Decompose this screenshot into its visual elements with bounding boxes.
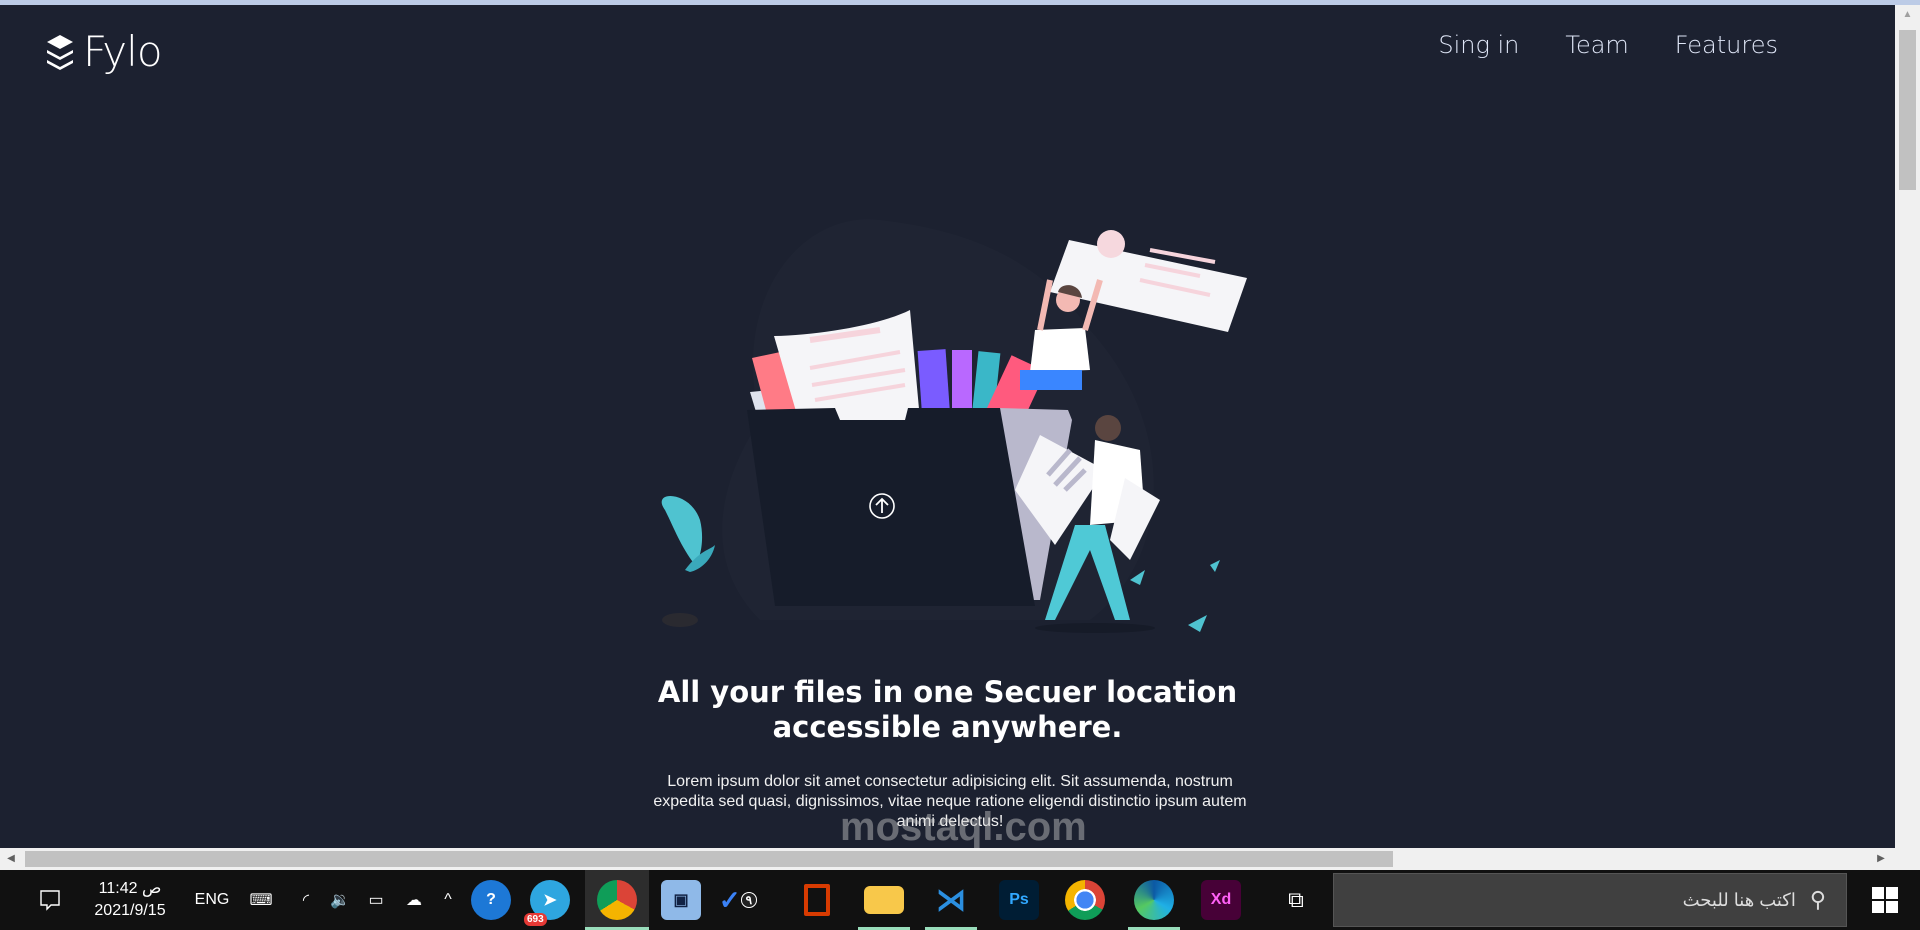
file-explorer-icon[interactable] [858, 870, 910, 930]
edge-icon[interactable] [1128, 870, 1180, 930]
xd-icon[interactable]: Xd [1201, 870, 1241, 930]
telegram-icon[interactable]: ➤ 693 [524, 870, 574, 930]
chevron-up-icon[interactable]: ^ [436, 870, 460, 930]
main-nav: Sing in Team Features [1438, 31, 1778, 59]
hero-paragraph: Lorem ipsum dolor sit amet consectetur a… [653, 773, 1247, 830]
cloud-icon[interactable]: ☁ [400, 870, 428, 930]
virtualbox-icon[interactable]: ▣ [661, 870, 701, 930]
search-placeholder: اكتب هنا للبحث [1682, 889, 1796, 910]
todo-badge: ٩ [740, 892, 758, 908]
hero-illustration [661, 219, 1247, 633]
hero-title: All your files in one Secuer location ac… [657, 675, 1238, 744]
battery-icon[interactable]: ▭ [362, 870, 390, 930]
chrome-profile-icon[interactable] [585, 870, 649, 930]
language-indicator[interactable]: ENG [192, 870, 232, 930]
todo-icon[interactable]: ✓ ٩ [718, 870, 758, 930]
telegram-badge: 693 [524, 913, 547, 926]
scroll-up-icon[interactable]: ▲ [1895, 5, 1920, 25]
volume-icon[interactable]: 🔉 [326, 870, 354, 930]
browser-viewport: Fylo Sing in Team Features All your file… [0, 5, 1895, 848]
search-icon: ⚲ [1809, 887, 1826, 912]
nav-team[interactable]: Team [1565, 31, 1628, 59]
nav-sign-in[interactable]: Sing in [1438, 31, 1519, 59]
notification-icon[interactable] [32, 870, 68, 930]
keyboard-icon[interactable]: ⌨ [245, 870, 277, 930]
chrome-icon[interactable] [1065, 870, 1105, 930]
taskbar: 11:42 ص 2021/9/15 ENG ⌨ ◜ 🔉 ▭ ☁ ^ ? ➤ 693… [0, 870, 1920, 930]
scroll-left-icon[interactable]: ◀ [0, 848, 22, 870]
vertical-scrollbar[interactable]: ▲ [1895, 5, 1920, 848]
vertical-scroll-thumb[interactable] [1899, 30, 1916, 190]
photoshop-icon[interactable]: Ps [999, 870, 1039, 930]
wifi-icon[interactable]: ◜ [292, 870, 320, 930]
horizontal-scrollbar[interactable]: ◀ ▶ [0, 848, 1920, 870]
task-view-icon[interactable]: ⧉ [1280, 870, 1312, 930]
windows-start-icon[interactable] [1850, 870, 1920, 930]
office-icon[interactable] [797, 870, 837, 930]
scroll-right-icon[interactable]: ▶ [1870, 848, 1892, 870]
horizontal-scroll-thumb[interactable] [25, 851, 1393, 867]
logo-text: Fylo [83, 27, 163, 76]
logo[interactable]: Fylo [45, 27, 163, 76]
taskbar-search-box[interactable]: اكتب هنا للبحث ⚲ [1333, 873, 1847, 927]
nav-features[interactable]: Features [1675, 31, 1778, 59]
help-icon[interactable]: ? [471, 870, 511, 930]
layers-icon [47, 34, 73, 70]
vscode-icon[interactable]: ⋊ [925, 870, 977, 930]
clock[interactable]: 11:42 ص 2021/9/15 [88, 870, 172, 930]
